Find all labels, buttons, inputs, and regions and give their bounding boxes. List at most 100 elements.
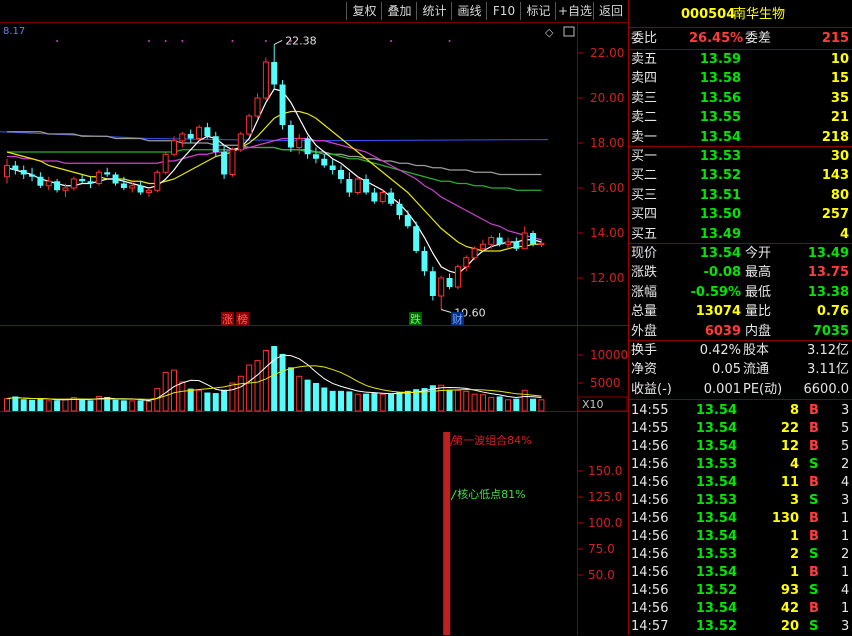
ask-row[interactable]: 卖一 13.54 218	[629, 128, 852, 147]
trade-row[interactable]: 14:56 13.53 3 S 3	[629, 491, 852, 510]
f10-button[interactable]: F10	[486, 2, 521, 20]
volume-bar	[212, 393, 219, 411]
finance-label: 股本	[743, 343, 770, 358]
ask-row[interactable]: 卖二 13.55 21	[629, 108, 852, 127]
volume-bar	[79, 399, 86, 411]
candle-body	[129, 185, 136, 189]
event-dot	[147, 40, 150, 42]
volume-bar	[312, 383, 319, 411]
candle-body	[446, 278, 453, 287]
candle-body	[171, 140, 177, 155]
trade-row[interactable]: 14:56 13.53 2 S 2	[629, 545, 852, 564]
quote-row[interactable]: 外盘 6039 内盘 7035	[629, 322, 852, 341]
candle-body	[104, 172, 111, 175]
finance-row[interactable]: 收益(-) 0.001 PE(动) 6600.0	[629, 380, 852, 399]
trade-count: 5	[841, 439, 850, 454]
trade-volume: 1	[789, 565, 799, 580]
candle-body	[137, 185, 144, 193]
mark-button[interactable]: 标记	[520, 2, 556, 20]
event-dot	[390, 40, 393, 42]
trade-row[interactable]: 14:56 13.52 93 S 4	[629, 581, 852, 600]
trade-volume: 8	[789, 403, 799, 418]
volume-bar	[196, 389, 203, 412]
candle-body	[521, 232, 528, 250]
ma-short-line	[6, 88, 542, 275]
bid-row[interactable]: 买一 13.53 30	[629, 147, 852, 166]
back-button[interactable]: 返回	[593, 2, 628, 20]
quote-row[interactable]: 涨幅 -0.59% 最低 13.38	[629, 283, 852, 302]
trade-row[interactable]: 14:56 13.54 1 B 1	[629, 527, 852, 546]
volume-bar	[454, 389, 461, 412]
trade-count: 1	[841, 565, 850, 580]
ask-row[interactable]: 卖三 13.56 35	[629, 89, 852, 108]
quote-row[interactable]: 总量 13074 量比 0.76	[629, 302, 852, 321]
finance-marker: 财	[452, 312, 463, 326]
volume-bar	[471, 393, 478, 412]
volume-bar	[363, 393, 370, 411]
trade-side: B	[809, 439, 819, 454]
bid-row[interactable]: 买四 13.50 257	[629, 205, 852, 224]
candle-body	[70, 178, 77, 189]
ind-tick-label: 100.0	[588, 516, 622, 530]
bid-row[interactable]: 买五 13.49 4	[629, 225, 852, 244]
trade-price: 13.52	[695, 619, 737, 634]
diamond-icon[interactable]: ◇	[545, 26, 554, 39]
quote-value: 13.38	[807, 284, 849, 300]
candle-body	[187, 134, 194, 139]
stock-header: 000504 南华生物	[629, 5, 852, 24]
bid-label: 买二	[631, 168, 658, 184]
bid-volume: 4	[839, 226, 849, 242]
price-tick-label: 12.00	[590, 271, 624, 285]
event-dot	[181, 40, 184, 42]
candle-body	[37, 176, 44, 186]
trade-row[interactable]: 14:57 13.52 20 S 3	[629, 617, 852, 636]
trade-row[interactable]: 14:55 13.54 22 B 5	[629, 419, 852, 438]
trade-count: 3	[841, 493, 850, 508]
trade-row[interactable]: 14:56 13.54 12 B 5	[629, 437, 852, 456]
trade-row[interactable]: 14:55 13.54 8 B 3	[629, 401, 852, 420]
volume-bar	[187, 388, 194, 411]
volume-bar	[62, 399, 69, 412]
finance-row[interactable]: 换手 0.42% 股本 3.12亿	[629, 341, 852, 360]
draw-line-button[interactable]: 画线	[451, 2, 487, 20]
quote-label: 涨幅	[631, 284, 658, 300]
candle-body	[4, 165, 10, 178]
restore-rights-button[interactable]: 复权	[346, 2, 382, 20]
trade-price: 13.54	[695, 601, 737, 616]
trade-side: B	[809, 475, 819, 490]
kline-chart[interactable]: 8.17 ◇ 22.00 20.00 18.00 16.00 14.00 12.00 10…	[0, 22, 628, 635]
finance-row[interactable]: 净资 0.05 流通 3.11亿	[629, 360, 852, 379]
candle-body	[538, 242, 545, 245]
trade-volume: 3	[789, 493, 799, 508]
candle-body	[505, 241, 511, 245]
bid-row[interactable]: 买三 13.51 80	[629, 186, 852, 205]
overlay-button[interactable]: 叠加	[381, 2, 417, 20]
volume-bar	[279, 353, 286, 411]
volume-bar	[229, 382, 236, 412]
quote-row[interactable]: 涨跌 -0.08 最高 13.75	[629, 263, 852, 282]
bid-row[interactable]: 买二 13.52 143	[629, 166, 852, 185]
trade-row[interactable]: 14:56 13.54 11 B 4	[629, 473, 852, 492]
volume-bar	[171, 369, 177, 412]
trade-row[interactable]: 14:56 13.54 42 B 1	[629, 599, 852, 618]
candle-body	[20, 170, 27, 175]
quote-value: 0.76	[816, 304, 849, 320]
event-dot	[164, 40, 167, 42]
bid-price: 13.51	[699, 187, 741, 203]
candle-body	[429, 271, 436, 296]
trade-side: S	[809, 583, 819, 598]
trade-time: 14:56	[631, 493, 669, 508]
statistics-button[interactable]: 统计	[416, 2, 452, 20]
trade-time: 14:55	[631, 421, 669, 436]
trade-row[interactable]: 14:56 13.54 130 B 1	[629, 509, 852, 528]
trade-row[interactable]: 14:56 13.53 4 S 2	[629, 455, 852, 474]
trade-volume: 4	[789, 457, 799, 472]
trade-row[interactable]: 14:56 13.54 1 B 1	[629, 563, 852, 582]
quote-row[interactable]: 现价 13.54 今开 13.49	[629, 244, 852, 263]
ask-row[interactable]: 卖四 13.58 15	[629, 69, 852, 88]
add-favorite-button[interactable]: +自选	[555, 2, 594, 20]
trade-count: 4	[841, 475, 850, 490]
ask-row[interactable]: 卖五 13.59 10	[629, 50, 852, 69]
window-icon[interactable]	[563, 26, 575, 37]
low-pointer	[441, 309, 452, 313]
